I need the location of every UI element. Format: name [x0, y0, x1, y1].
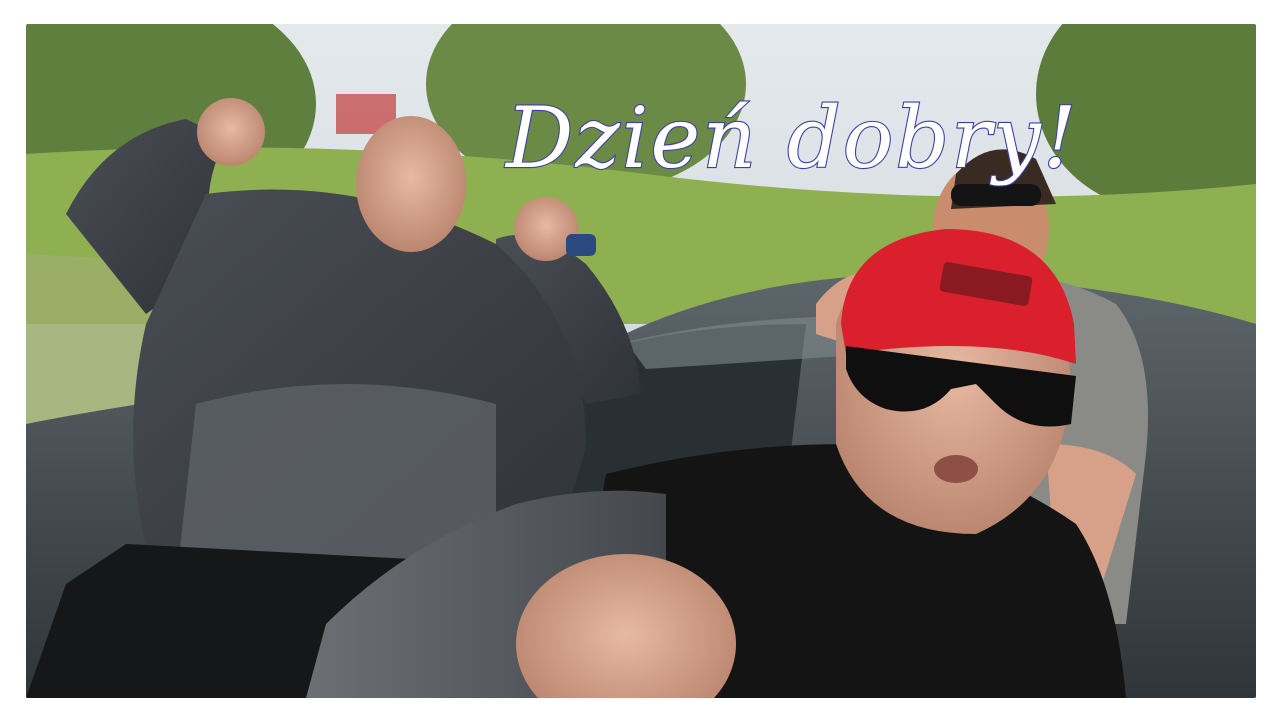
caption-overlay: Dzień dobry! — [503, 88, 1078, 188]
caption-text: Dzień dobry! — [504, 89, 1078, 187]
video-frame: Dzień dobry! — [26, 24, 1256, 698]
